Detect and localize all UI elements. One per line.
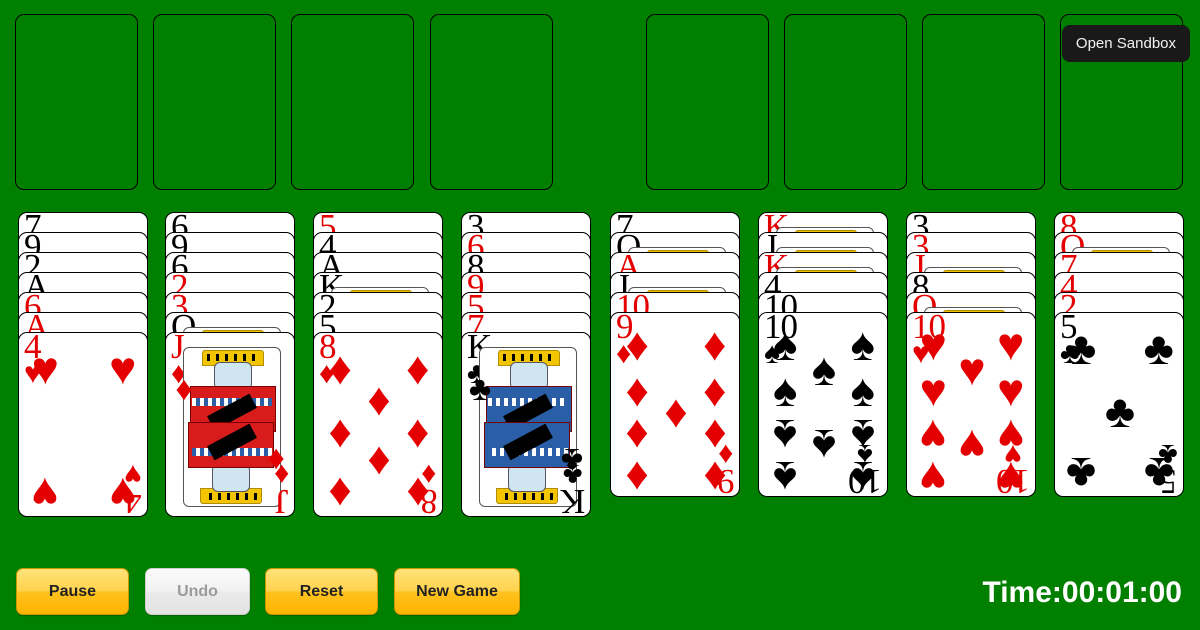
- suit-clubs-icon: ♣: [563, 458, 583, 491]
- pip-hearts: ♥: [919, 409, 947, 462]
- pip-diamonds: ♦: [625, 451, 649, 497]
- undo-label: Undo: [177, 582, 218, 600]
- open-sandbox-label: Open Sandbox: [1075, 35, 1176, 52]
- pip-hearts: ♥: [997, 318, 1025, 371]
- pip-hearts: ♥: [958, 420, 986, 473]
- freecell-board: 7♠♠♠♠♠♠♠♠9♠♠♠♠♠♠♠♠♠♠2♠♠♠A♠♠6♥♥♥♥♥♥♥A♥♥4♥…: [0, 0, 1200, 630]
- card-K-of-clubs[interactable]: K♣♣♣K♣: [461, 332, 591, 517]
- pip-hearts: ♥: [997, 363, 1025, 416]
- pip-clubs: ♣: [1066, 448, 1097, 497]
- pip-diamonds: ♦: [175, 370, 193, 408]
- card-9-of-diamonds[interactable]: 9 ♦ ♦ ♦ ♦ ♦ ♦ ♦ ♦ ♦ ♦ 9 ♦: [610, 312, 740, 497]
- pip-diamonds: ♦: [406, 341, 430, 394]
- pause-button[interactable]: Pause: [16, 568, 129, 615]
- pip-diamonds: ♦: [664, 384, 688, 437]
- pip-diamonds: ♦: [328, 404, 352, 457]
- pip-diamonds: ♦: [328, 468, 352, 517]
- pip-clubs: ♣: [1104, 384, 1136, 437]
- pip-spades: ♠: [773, 409, 798, 462]
- foundation-2[interactable]: [784, 14, 907, 190]
- suit-diamonds-icon: ♦: [718, 438, 733, 471]
- foundation-1[interactable]: [646, 14, 769, 190]
- card-4-of-hearts[interactable]: 4 ♥ ♥ ♥ ♥ ♥ 4 ♥: [18, 332, 148, 517]
- card-corner-index-bottom: 5 ♣: [1159, 438, 1178, 496]
- pip-spades: ♠: [811, 342, 837, 395]
- pip-clubs: ♣: [468, 370, 492, 408]
- card-corner-index-bottom: 10 ♥: [997, 438, 1030, 496]
- pip-hearts: ♥: [919, 451, 947, 497]
- pip-hearts: ♥: [958, 342, 986, 395]
- timer-label: Time:: [982, 576, 1062, 609]
- pip-spades: ♠: [850, 318, 875, 371]
- pip-grid: ♦ ♦ ♦ ♦ ♦ ♦ ♦ ♦: [328, 337, 430, 516]
- pip-diamonds: ♦: [328, 341, 352, 394]
- card-corner-index-bottom: 8 ♦: [421, 458, 438, 516]
- tableau: 7♠♠♠♠♠♠♠♠9♠♠♠♠♠♠♠♠♠♠2♠♠♠A♠♠6♥♥♥♥♥♥♥A♥♥4♥…: [0, 212, 1200, 552]
- card-J-of-diamonds[interactable]: J ♦ ♦ ♦ J ♦: [165, 332, 295, 517]
- card-5-of-clubs[interactable]: 5 ♣ ♣ ♣ ♣ ♣ ♣ 5 ♣: [1054, 312, 1184, 497]
- pip-diamonds: ♦: [625, 409, 649, 462]
- card-corner-index-bottom: 10 ♠: [849, 438, 882, 496]
- pip-clubs: ♣: [1066, 321, 1097, 374]
- timer-display: Time:00:01:00: [982, 576, 1182, 610]
- free-cell-3[interactable]: [291, 14, 414, 190]
- suit-diamonds-icon: ♦: [274, 458, 289, 491]
- timer-value: 00:01:00: [1061, 576, 1182, 609]
- portrait-face: [508, 464, 546, 492]
- reset-label: Reset: [299, 582, 344, 600]
- pip-spades: ♠: [773, 318, 798, 371]
- pip-diamonds: ♦: [406, 404, 430, 457]
- card-10-of-hearts[interactable]: 10 ♥ ♥ ♥ ♥ ♥ ♥ ♥ ♥ ♥ ♥ ♥ 10 ♥: [906, 312, 1036, 497]
- top-row: [0, 0, 1200, 205]
- card-corner-index-bottom: K ♣: [561, 458, 585, 516]
- free-cell-1[interactable]: [15, 14, 138, 190]
- pip-grid: ♣♣♣♣♣: [1066, 317, 1174, 496]
- pip-hearts: ♥: [31, 341, 59, 394]
- suit-diamonds-icon: ♦: [421, 458, 436, 491]
- pip-spades: ♠: [773, 451, 798, 497]
- pip-diamonds: ♦: [703, 363, 727, 416]
- suit-hearts-icon: ♥: [125, 458, 142, 491]
- free-cell-2[interactable]: [153, 14, 276, 190]
- pip-grid: ♦ ♦ ♦ ♦ ♦ ♦ ♦ ♦ ♦: [625, 317, 727, 496]
- pip-hearts: ♥: [109, 341, 137, 394]
- card-8-of-diamonds[interactable]: 8 ♦ ♦ ♦ ♦ ♦ ♦ ♦ ♦ ♦ 8 ♦: [313, 332, 443, 517]
- pip-spades: ♠: [773, 363, 798, 416]
- new-game-label: New Game: [416, 582, 498, 600]
- card-10-of-spades[interactable]: 10 ♠ ♠ ♠ ♠ ♠ ♠ ♠ ♠ ♠ ♠ ♠ 10 ♠: [758, 312, 888, 497]
- pip-diamonds: ♦: [625, 318, 649, 371]
- card-corner-index-bottom: J ♦: [274, 458, 289, 516]
- pip-hearts: ♥: [919, 318, 947, 371]
- new-game-button[interactable]: New Game: [394, 568, 520, 615]
- pip-clubs: ♣: [1143, 321, 1174, 374]
- portrait-face: [212, 464, 250, 492]
- pip-diamonds: ♦: [367, 373, 391, 426]
- undo-button[interactable]: Undo: [145, 568, 250, 615]
- pip-diamonds: ♦: [703, 318, 727, 371]
- pip-diamonds: ♦: [625, 363, 649, 416]
- pip-spades: ♠: [850, 363, 875, 416]
- free-cell-4[interactable]: [430, 14, 553, 190]
- pip-diamonds: ♦: [367, 436, 391, 489]
- pip-grid: ♥ ♥ ♥ ♥: [32, 337, 137, 516]
- open-sandbox-badge[interactable]: Open Sandbox: [1061, 25, 1190, 62]
- pause-label: Pause: [48, 582, 97, 600]
- foundation-3[interactable]: [922, 14, 1045, 190]
- pip-hearts: ♥: [31, 468, 59, 517]
- pip-hearts: ♥: [919, 363, 947, 416]
- control-bar: Pause Undo Reset New Game Time:00:01:00: [0, 552, 1200, 630]
- reset-button[interactable]: Reset: [265, 568, 378, 615]
- card-corner-index-bottom: 4 ♥: [125, 458, 142, 516]
- card-corner-index-bottom: 9 ♦: [718, 438, 735, 496]
- suit-clubs-icon: ♣: [1159, 438, 1178, 471]
- pip-spades: ♠: [811, 420, 837, 473]
